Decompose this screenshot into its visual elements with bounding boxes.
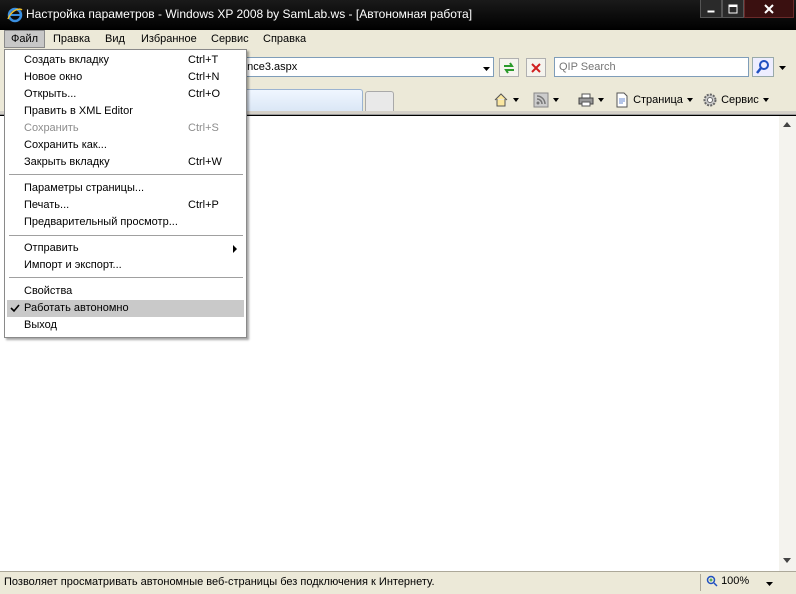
menu-separator <box>9 235 243 236</box>
chevron-down-icon <box>779 66 786 70</box>
scroll-down-icon[interactable] <box>783 558 791 563</box>
refresh-button[interactable] <box>499 58 519 77</box>
status-divider <box>700 574 701 591</box>
status-text: Позволяет просматривать автономные веб-с… <box>4 576 435 588</box>
close-button[interactable] <box>744 0 794 18</box>
new-tab-button[interactable] <box>365 91 394 111</box>
menu-view[interactable]: Вид <box>99 30 131 48</box>
feeds-button[interactable] <box>533 91 559 109</box>
zoom-control[interactable]: 100% <box>706 575 749 587</box>
file-menu-dropdown: Создать вкладку Ctrl+T Новое окно Ctrl+N… <box>4 49 247 338</box>
menu-file[interactable]: Файл <box>4 30 46 48</box>
menu-item-send[interactable]: Отправить <box>7 240 244 257</box>
menu-item-edit-xml[interactable]: Править в XML Editor <box>7 103 244 120</box>
tab-current[interactable] <box>240 89 363 111</box>
window-title: Настройка параметров - Windows XP 2008 b… <box>26 7 473 21</box>
tools-menu-button[interactable]: Сервис <box>702 91 769 109</box>
page-menu-button[interactable]: Страница <box>614 91 693 109</box>
maximize-button[interactable] <box>722 0 744 18</box>
submenu-arrow-icon <box>233 245 237 253</box>
page-icon <box>616 92 628 108</box>
scroll-up-icon[interactable] <box>783 122 791 127</box>
title-bar: Настройка параметров - Windows XP 2008 b… <box>0 0 796 30</box>
menu-item-import-export[interactable]: Импорт и экспорт... <box>7 257 244 274</box>
search-icon <box>756 60 769 74</box>
printer-icon <box>578 93 594 107</box>
page-menu-label: Страница <box>633 94 683 106</box>
menu-separator <box>9 277 243 278</box>
zoom-dropdown-icon[interactable] <box>765 579 774 591</box>
status-bar: Позволяет просматривать автономные веб-с… <box>0 571 796 594</box>
menu-separator <box>9 174 243 175</box>
search-input[interactable] <box>554 57 749 77</box>
menu-item-close-tab[interactable]: Закрыть вкладку Ctrl+W <box>7 154 244 171</box>
stop-button[interactable] <box>526 58 546 77</box>
zoom-icon <box>706 575 718 587</box>
menu-item-save: Сохранить Ctrl+S <box>24 122 219 134</box>
stop-icon <box>531 63 541 73</box>
home-icon <box>494 93 508 107</box>
menu-item-open[interactable]: Открыть... Ctrl+O <box>7 86 244 103</box>
checkmark-icon <box>10 304 20 313</box>
menu-tools[interactable]: Сервис <box>205 30 255 48</box>
ie-logo-icon <box>7 7 23 23</box>
menu-item-exit[interactable]: Выход <box>7 317 244 334</box>
home-button[interactable] <box>493 91 519 109</box>
menu-item-page-setup[interactable]: Параметры страницы... <box>7 180 244 197</box>
menu-help[interactable]: Справка <box>257 30 312 48</box>
refresh-icon <box>504 62 514 74</box>
rss-icon <box>533 92 549 108</box>
menu-bar: Файл Правка Вид Избранное Сервис Справка <box>0 30 796 49</box>
menu-item-new-tab[interactable]: Создать вкладку Ctrl+T <box>7 52 244 69</box>
search-button[interactable] <box>752 57 774 77</box>
print-button[interactable] <box>578 91 604 109</box>
zoom-level: 100% <box>721 575 750 587</box>
vertical-scrollbar[interactable] <box>779 116 796 571</box>
menu-item-save-as[interactable]: Сохранить как... <box>7 137 244 154</box>
menu-item-new-window[interactable]: Новое окно Ctrl+N <box>7 69 244 86</box>
minimize-button[interactable] <box>700 0 722 18</box>
menu-item-print-preview[interactable]: Предварительный просмотр... <box>7 214 244 231</box>
menu-item-properties[interactable]: Свойства <box>7 283 244 300</box>
gear-icon <box>703 93 717 107</box>
address-dropdown-icon[interactable] <box>482 61 491 79</box>
tools-menu-label: Сервис <box>721 94 759 106</box>
menu-item-work-offline[interactable]: Работать автономно <box>7 300 244 317</box>
search-options-button[interactable] <box>775 57 789 77</box>
address-bar[interactable]: once3.aspx <box>230 57 494 77</box>
menu-favorites[interactable]: Избранное <box>135 30 203 48</box>
address-value: once3.aspx <box>241 61 298 73</box>
menu-item-print[interactable]: Печать... Ctrl+P <box>7 197 244 214</box>
menu-edit[interactable]: Правка <box>47 30 96 48</box>
